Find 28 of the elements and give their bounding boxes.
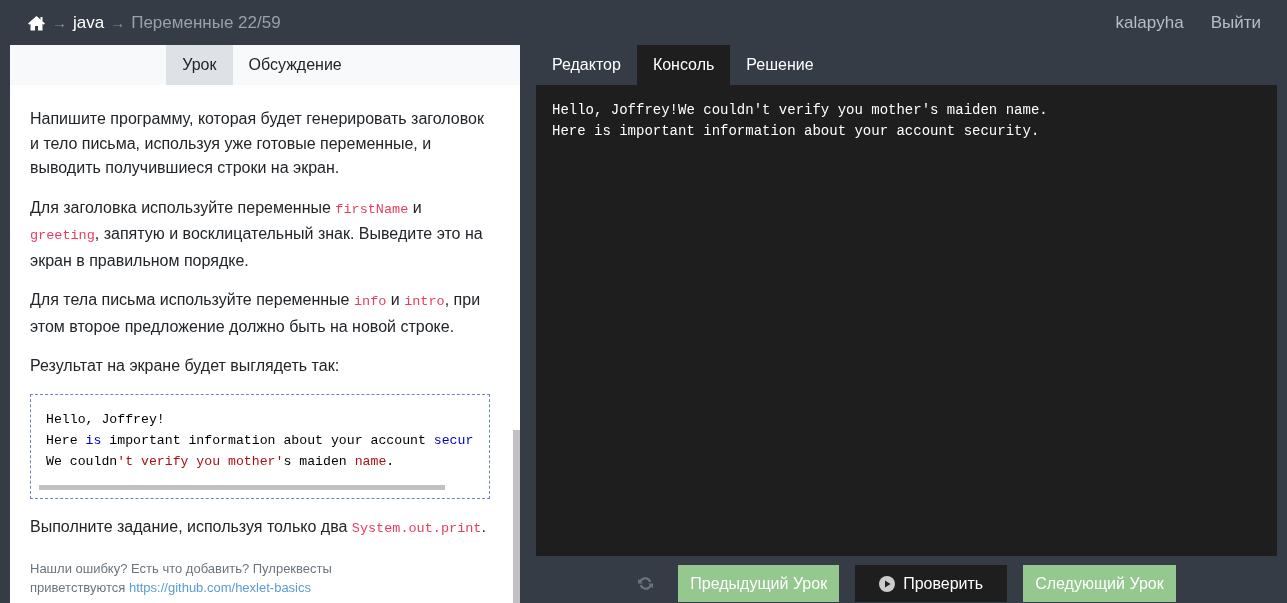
- home-icon[interactable]: [27, 14, 46, 31]
- paragraph: Выполните задание, используя только два System.out.print.: [30, 516, 487, 538]
- footnote-text: Нашли ошибку? Есть что добавить? Пулреквесты приветствуются https://github.com/hexlet-basics: [30, 560, 333, 597]
- check-button[interactable]: Проверить: [855, 565, 1008, 602]
- code-line: Hello, Joffrey!: [46, 410, 166, 429]
- tab[interactable]: Урок: [166, 45, 233, 85]
- console-line: Hello, Joffrey!We couldn't verify you mother's maiden name.: [552, 101, 1049, 120]
- console-line: Here is important information about your account security.: [552, 122, 1041, 141]
- paragraph: Для заголовка используйте переменные firstName и greeting, запятую и восклицательный знак. Выведите это на экран в правильном порядке.: [30, 197, 484, 271]
- tab[interactable]: Обсуждение: [232, 45, 358, 85]
- code-line: Here is important information about your account secur: [46, 431, 475, 450]
- breadcrumb-separator: →: [52, 14, 67, 31]
- scrollbar[interactable]: [39, 484, 445, 490]
- scrollbar[interactable]: [513, 430, 520, 603]
- tab[interactable]: Консоль: [636, 45, 731, 85]
- breadcrumb-current: Переменные 22/59: [131, 12, 281, 33]
- breadcrumb-separator: →: [110, 14, 126, 31]
- breadcrumb-link[interactable]: java: [73, 12, 105, 33]
- code-line: We couldn't verify you mother's maiden name.: [46, 452, 396, 471]
- paragraph: Для тела письма используйте переменные info и intro, при этом второе предложение должно быть на новой строке.: [30, 290, 482, 337]
- paragraph: Напишите программу, которая будет генерировать заголовок и тело письма, используя уже готовые переменные, и выводить получившиеся строки на экран.: [30, 109, 485, 178]
- paragraph: Результат на экране будет выглядеть так:: [30, 356, 341, 376]
- play-icon: [879, 575, 896, 592]
- user-link[interactable]: kalapyha: [1115, 12, 1184, 33]
- refresh-icon[interactable]: [637, 575, 655, 592]
- tab[interactable]: Решение: [730, 45, 830, 85]
- tab[interactable]: Редактор: [536, 45, 637, 85]
- user-link[interactable]: Выйти: [1210, 12, 1261, 33]
